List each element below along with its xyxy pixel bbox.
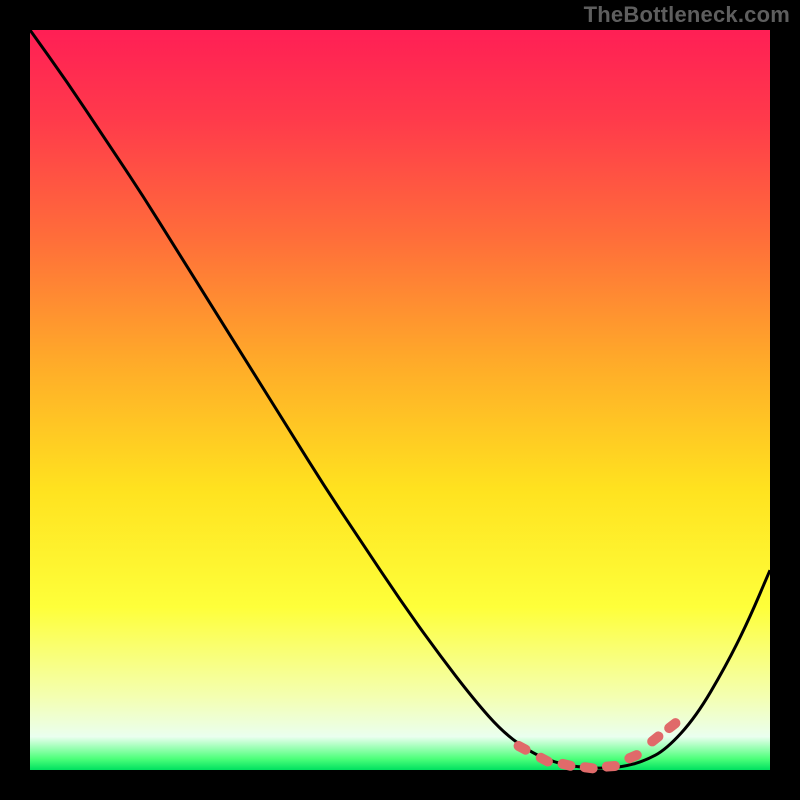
watermark-text: TheBottleneck.com [584,2,790,28]
optimum-marker [579,762,598,774]
bottleneck-curve [30,30,770,768]
optimum-markers [512,716,683,774]
curve-layer [30,30,770,770]
optimum-marker [602,761,621,772]
chart-frame: TheBottleneck.com [0,0,800,800]
optimum-marker [662,716,682,735]
plot-area [30,30,770,770]
optimum-marker [557,758,577,772]
optimum-marker [645,729,665,748]
